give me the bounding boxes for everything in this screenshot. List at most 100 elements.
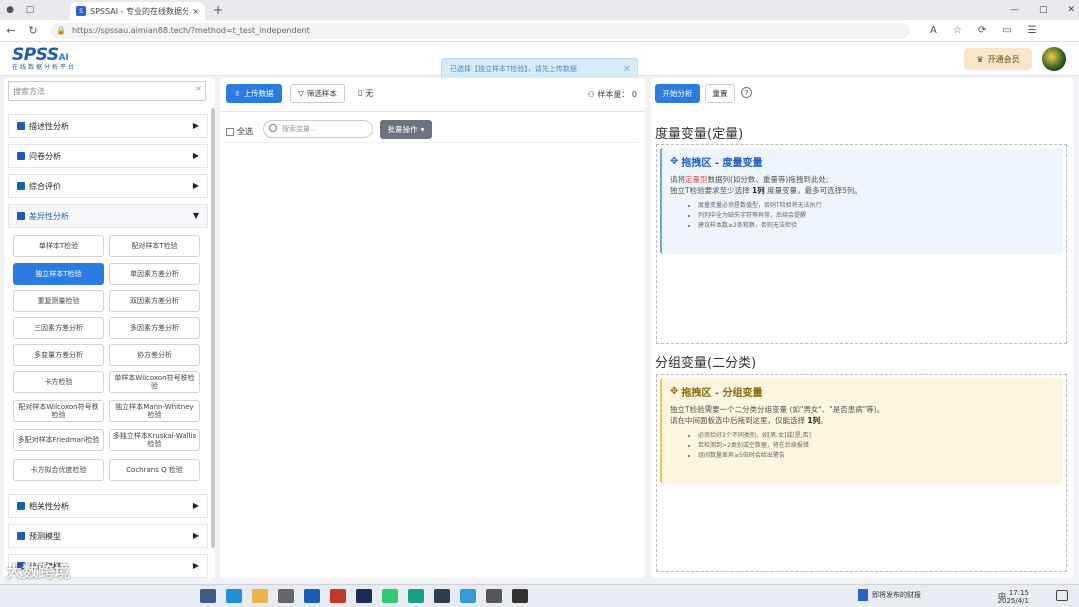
method-ancova[interactable]: 协方差分析 [109, 344, 200, 366]
method-mann-whitney[interactable]: 独立样本Mann-Whitney检验 [109, 400, 200, 422]
text-bold: 1列 [751, 186, 765, 195]
sidebar-scrollbar[interactable] [211, 108, 215, 548]
text: 。 [820, 416, 828, 425]
edge-icon[interactable] [226, 589, 242, 603]
group-drop-hint: ✥ 拖拽区 - 分组变量 独立T检验需要一个二分类分组变量 (如"男女"、"是否… [660, 378, 1063, 484]
sample-count-label: 样本量： [597, 90, 630, 99]
close-window-icon[interactable]: ✕ [1067, 5, 1075, 15]
member-button[interactable]: ♛ 开通会员 [964, 48, 1032, 70]
profile-icon[interactable]: ● [0, 0, 20, 20]
extensions-icon[interactable]: ⟳ [978, 25, 986, 36]
url-field[interactable]: 🔒 https://spssau.aimian88.tech/?method=t… [50, 22, 910, 39]
metric-drop-zone[interactable]: ✥ 拖拽区 - 度量变量 请将定量型数据列(如分数、重量等)拖拽到此处; 独立T… [656, 144, 1067, 344]
text: 独立T检验要求至少选择 [670, 186, 752, 195]
method-paired-wilcoxon[interactable]: 配对样本Wilcoxon符号秩检验 [13, 400, 104, 422]
upload-button[interactable]: ⇪ 上传数据 [226, 84, 282, 103]
metric-variable-title: 度量变量(定量) [655, 127, 744, 142]
browser-tab[interactable]: S SPSSAI - 专业的在线数据分析平台 × [70, 2, 205, 20]
category-questionnaire[interactable]: 问卷分析 ▶ [8, 144, 208, 168]
file-indicator: ▯ 无 [358, 88, 373, 99]
category-difference[interactable]: 差异性分析 ▼ [8, 204, 208, 228]
bullet: 若检测到>2类别或空数据，将在后续报错 [698, 441, 1055, 451]
category-correlation[interactable]: 相关性分析 ▶ [8, 494, 208, 518]
category-evaluation[interactable]: 综合评价 ▶ [8, 174, 208, 198]
metric-zone-desc: 请将定量型数据列(如分数、重量等)拖拽到此处; 独立T检验要求至少选择 1列 度… [670, 174, 1055, 196]
method-multi-factor-anova[interactable]: 多因素方差分析 [109, 317, 200, 339]
refresh-icon[interactable]: ↻ [22, 24, 44, 37]
favorite-icon[interactable]: ☆ [953, 25, 962, 36]
method-kruskal-wallis[interactable]: 多独立样本Kruskal-Wallis检验 [109, 429, 200, 451]
clock[interactable]: 17:15 2025/4/1 [998, 589, 1029, 605]
select-all[interactable]: 全选 [226, 126, 253, 137]
app-icon[interactable] [434, 589, 450, 603]
reset-button[interactable]: 重置 [705, 84, 735, 103]
category-label: 差异性分析 [29, 211, 69, 221]
group-zone-bullets: 必须恰好2个不同类别，如[男,女]或[是,否] 若检测到>2类别或空数据，将在后… [698, 431, 1055, 461]
method-one-way-anova[interactable]: 单因素方差分析 [109, 263, 200, 285]
method-independent-t[interactable]: 独立样本T检验 [13, 263, 104, 285]
toast-notification: 已选择【独立样本T检验】，请先上传数据 ✕ [441, 58, 638, 80]
read-aloud-icon[interactable]: A [930, 25, 937, 36]
divider [224, 142, 639, 143]
collections-icon[interactable]: ☰ [1028, 25, 1037, 36]
text: 数据列(如分数、重量等)拖拽到此处; [707, 175, 829, 184]
variable-search-input[interactable]: 搜索变量... [263, 120, 373, 138]
text: 请将 [670, 175, 685, 184]
metric-zone-bullets: 度量变量必须是数值型，否则T检验将无法执行 列列中全为缺失字符等异常，后续会提醒… [698, 201, 1055, 231]
app-icon[interactable] [408, 589, 424, 603]
group-drop-zone[interactable]: ✥ 拖拽区 - 分组变量 独立T检验需要一个二分类分组变量 (如"男女"、"是否… [656, 374, 1067, 572]
category-label: 问卷分析 [29, 151, 61, 161]
app-icon[interactable] [330, 589, 346, 603]
start-analysis-button[interactable]: 开始分析 [655, 84, 700, 103]
method-chi-square-gof[interactable]: 卡方拟合优度检验 [13, 459, 104, 481]
category-label: 预测模型 [29, 531, 61, 541]
favicon-icon: S [76, 6, 86, 16]
chevron-right-icon: ▶ [192, 501, 199, 510]
method-paired-t[interactable]: 配对样本T检验 [109, 235, 200, 257]
method-friedman[interactable]: 多配对样本Friedman检验 [13, 429, 104, 451]
clock-date: 2025/4/1 [997, 597, 1029, 605]
notification-icon[interactable] [1056, 590, 1068, 601]
tab-actions-icon[interactable]: ▢ [20, 0, 40, 20]
minimize-icon[interactable]: — [1010, 5, 1019, 15]
app-icon[interactable] [460, 589, 476, 603]
news-widget[interactable]: 即将发布的财报 [858, 589, 921, 601]
avatar[interactable] [1042, 47, 1066, 71]
app-icon[interactable] [278, 589, 294, 603]
category-prediction[interactable]: 预测模型 ▶ [8, 524, 208, 548]
filter-samples-button[interactable]: ▽ 筛选样本 [290, 84, 345, 103]
method-repeated-measures[interactable]: 重复测量检验 [13, 290, 104, 312]
back-icon[interactable]: ← [0, 24, 22, 37]
tab-close-icon[interactable]: × [192, 7, 199, 16]
wechat-icon[interactable] [382, 589, 398, 603]
method-one-sample-wilcoxon[interactable]: 单样本Wilcoxon符号秩检验 [109, 371, 200, 393]
member-label: 开通会员 [987, 54, 1020, 64]
app-icon[interactable] [486, 589, 502, 603]
method-search-input[interactable]: 搜索方法 × [8, 81, 206, 101]
category-icon [17, 212, 25, 220]
toast-close-icon[interactable]: ✕ [623, 64, 631, 75]
category-descriptive[interactable]: 描述性分析 ▶ [8, 114, 208, 138]
new-tab-icon[interactable]: + [213, 3, 223, 17]
explorer-icon[interactable] [252, 589, 268, 603]
outlook-icon[interactable] [304, 589, 320, 603]
data-panel: ⇪ 上传数据 ▽ 筛选样本 ▯ 无 ⚇ 样本量： 0 全选 搜索变量... 批量… [220, 78, 645, 578]
clear-icon[interactable]: × [195, 84, 202, 93]
taskview-icon[interactable] [200, 589, 216, 603]
select-all-checkbox[interactable] [226, 127, 234, 136]
app-icon[interactable] [512, 589, 528, 603]
method-manova[interactable]: 多变量方差分析 [13, 344, 104, 366]
method-chi-square[interactable]: 卡方检验 [13, 371, 104, 393]
photoshop-icon[interactable] [356, 589, 372, 603]
variable-search-placeholder: 搜索变量... [282, 125, 317, 133]
batch-actions-button[interactable]: 批量操作 ▾ [380, 120, 432, 139]
method-one-sample-t[interactable]: 单样本T检验 [13, 235, 104, 257]
maximize-icon[interactable]: ▢ [1039, 5, 1048, 15]
method-two-way-anova[interactable]: 双因素方差分析 [109, 290, 200, 312]
help-icon[interactable]: ? [741, 87, 752, 98]
logo[interactable]: SPSSAI 在线数据分析平台 [12, 45, 76, 71]
method-cochrans-q[interactable]: Cochrans Q 检验 [109, 459, 200, 481]
split-icon[interactable]: ▭ [1002, 25, 1011, 36]
method-three-way-anova[interactable]: 三因素方差分析 [13, 317, 104, 339]
filter-icon: ▽ [298, 89, 304, 98]
